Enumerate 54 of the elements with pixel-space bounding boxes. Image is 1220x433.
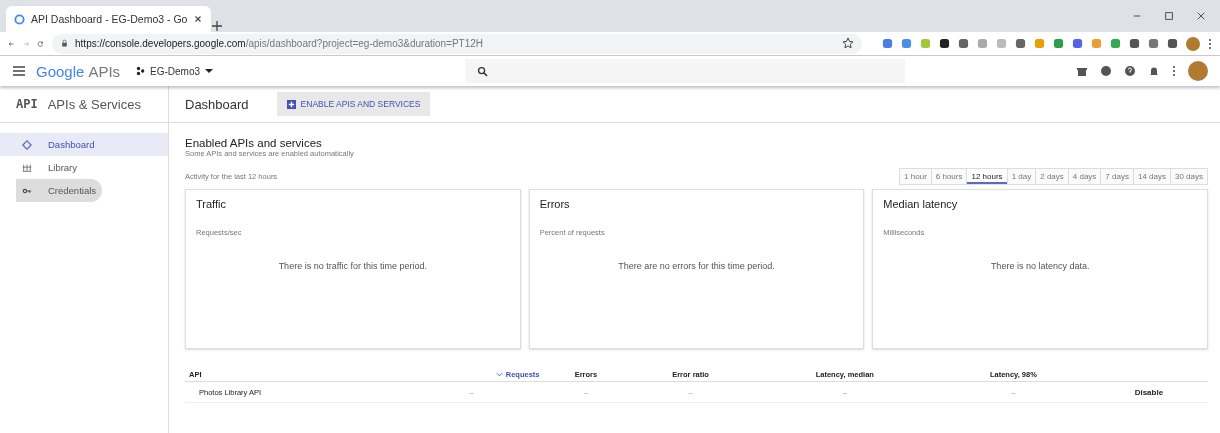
search-field[interactable] bbox=[465, 59, 906, 83]
help-icon[interactable] bbox=[1124, 65, 1136, 77]
extension-icon[interactable] bbox=[1167, 38, 1178, 49]
close-icon[interactable] bbox=[193, 14, 204, 24]
gift-icon[interactable] bbox=[1076, 65, 1088, 77]
browser-tab[interactable]: API Dashboard - EG-Demo3 - Go bbox=[6, 6, 212, 32]
diamond-icon bbox=[22, 139, 32, 150]
grid-icon bbox=[22, 162, 32, 173]
time-range-button[interactable]: 1 day bbox=[1006, 169, 1036, 184]
card-title: Traffic bbox=[196, 198, 227, 210]
more-icon[interactable] bbox=[1172, 65, 1176, 77]
dots-icon bbox=[136, 66, 147, 76]
lock-icon bbox=[60, 39, 69, 48]
time-range-button[interactable]: 30 days bbox=[1169, 169, 1207, 184]
google-g-icon bbox=[14, 13, 25, 25]
time-range-button[interactable]: 12 hours bbox=[966, 169, 1007, 184]
card-title: Median latency bbox=[883, 198, 959, 210]
empty-message: There is no latency data. bbox=[989, 261, 1091, 271]
enable-apis-button[interactable]: ENABLE APIS AND SERVICES bbox=[276, 92, 431, 116]
disable-button[interactable]: Disable bbox=[1128, 387, 1170, 397]
empty-message: There are no errors for this time period. bbox=[617, 261, 776, 271]
sidebar-item[interactable]: Library bbox=[0, 156, 168, 179]
page-title: Dashboard bbox=[185, 96, 249, 112]
sidebar-item[interactable]: Credentials bbox=[16, 179, 102, 202]
section-title: Enabled APIs and services bbox=[185, 137, 323, 149]
time-range-button[interactable]: 4 days bbox=[1067, 169, 1101, 184]
profile-avatar[interactable] bbox=[1186, 36, 1200, 51]
extension-icon[interactable] bbox=[939, 38, 950, 49]
project-selector[interactable]: EG-Demo3 bbox=[136, 65, 215, 77]
search-icon bbox=[477, 65, 489, 77]
time-range-button[interactable]: 7 days bbox=[1100, 169, 1133, 184]
sidebar-item[interactable]: Dashboard bbox=[0, 133, 168, 156]
sidebar-title: APIs & Services bbox=[47, 96, 141, 112]
close-icon[interactable] bbox=[1196, 11, 1206, 21]
star-icon[interactable] bbox=[842, 36, 854, 49]
profile-avatar[interactable] bbox=[1188, 61, 1208, 81]
bell-icon[interactable] bbox=[1148, 65, 1160, 77]
caret-icon bbox=[204, 66, 215, 76]
api-label: API bbox=[16, 97, 38, 111]
plus-icon bbox=[286, 99, 296, 109]
sort-caret-icon bbox=[495, 371, 503, 377]
time-range-button[interactable]: 2 days bbox=[1035, 169, 1068, 184]
time-range-button[interactable]: 6 hours bbox=[930, 169, 967, 184]
extension-icon[interactable] bbox=[1129, 38, 1140, 49]
more-icon[interactable] bbox=[1208, 37, 1212, 50]
menu-icon[interactable] bbox=[12, 64, 26, 78]
time-range-button[interactable]: 14 days bbox=[1132, 169, 1170, 184]
maximize-icon[interactable] bbox=[1164, 11, 1174, 21]
google-apis-logo[interactable]: Google APIs bbox=[36, 62, 121, 80]
card-title: Errors bbox=[539, 198, 571, 210]
empty-message: There is no traffic for this time period. bbox=[277, 261, 429, 271]
address-bar[interactable]: https://console.developers.google.com/apis/dashboard?project=eg-demo3&duration=PT12H bbox=[52, 33, 862, 54]
new-tab-icon[interactable] bbox=[211, 20, 224, 32]
time-range-button[interactable]: 1 hour bbox=[900, 169, 931, 184]
